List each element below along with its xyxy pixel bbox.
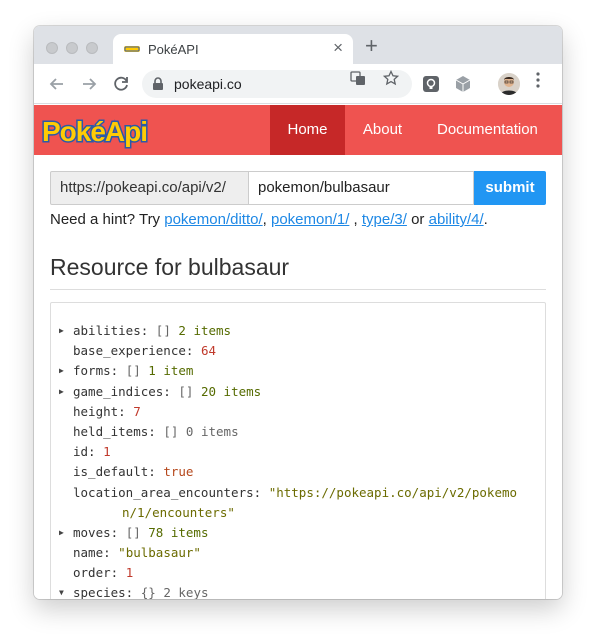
json-value: "bulbasaur" (118, 545, 201, 561)
json-key: species: (73, 585, 134, 599)
json-value: "https://pokeapi.co/api/v2/pokemo (268, 484, 518, 500)
json-type: [] (125, 363, 141, 379)
json-value: 7 (133, 403, 141, 419)
browser-toolbar: pokeapi.co (34, 64, 562, 104)
json-type: [] (125, 524, 141, 540)
json-row-is-default: is_default: true (59, 462, 517, 482)
expand-arrow-icon[interactable]: ▶ (59, 523, 73, 543)
nav-home[interactable]: Home (270, 105, 345, 155)
json-row-species[interactable]: ▼ species: {} 2 keys (59, 583, 517, 599)
zoom-window-button[interactable] (86, 42, 98, 54)
json-row-height: height: 7 (59, 402, 517, 422)
nav-overflow-fade (534, 105, 562, 155)
bookmark-star-icon[interactable] (382, 69, 400, 89)
json-key: height: (73, 403, 126, 419)
forward-icon[interactable] (78, 73, 100, 95)
close-tab-icon[interactable]: × (333, 39, 343, 57)
hint-text: Need a hint? Try pokemon/ditto/, pokemon… (50, 211, 488, 228)
json-type: [] (163, 423, 179, 439)
json-row-held-items: held_items: [] 0 items (59, 422, 517, 442)
hint-end: . (483, 211, 488, 228)
json-key: is_default: (73, 464, 156, 480)
json-count: 2 keys (163, 585, 209, 599)
json-key: location_area_encounters: (73, 484, 262, 500)
hint-separator: or (406, 211, 429, 228)
json-key: game_indices: (73, 383, 171, 399)
json-value: true (163, 464, 194, 480)
json-type: {} (140, 585, 156, 599)
browser-window: PokéAPI × + pokeapi.co PokéApi Home Abou… (34, 26, 562, 599)
json-row-continuation: n/1/encounters" (59, 503, 517, 523)
json-key: name: (73, 545, 111, 561)
json-row-abilities[interactable]: ▶ abilities: [] 2 items (59, 321, 517, 341)
extension-icon[interactable] (422, 75, 440, 93)
cube-extension-icon[interactable] (454, 75, 472, 93)
expand-arrow-icon[interactable]: ▶ (59, 361, 73, 381)
resource-input[interactable]: pokemon/bulbasaur (248, 171, 474, 205)
json-type: [] (178, 383, 194, 399)
new-tab-button[interactable]: + (365, 35, 378, 57)
json-row-id: id: 1 (59, 442, 517, 462)
svg-text:PokéApi: PokéApi (42, 116, 147, 147)
heading-divider (50, 289, 546, 290)
json-value: 64 (200, 343, 217, 359)
hint-separator: , (262, 211, 271, 228)
collapse-arrow-icon[interactable]: ▼ (59, 583, 73, 599)
expand-arrow-icon[interactable]: ▶ (59, 382, 73, 402)
translate-icon[interactable] (350, 70, 366, 89)
browser-tab[interactable]: PokéAPI × (113, 34, 353, 64)
json-row-forms[interactable]: ▶ forms: [] 1 item (59, 361, 517, 381)
json-row-location-area-encounters: location_area_encounters: "https://pokea… (59, 483, 517, 503)
json-count: 20 items (200, 383, 262, 399)
json-key: order: (73, 565, 119, 581)
json-key: held_items: (73, 423, 156, 439)
hint-link-ability-4[interactable]: ability/4/ (429, 211, 484, 228)
json-key: abilities: (73, 323, 149, 338)
close-window-button[interactable] (46, 42, 58, 54)
json-key: base_experience: (73, 343, 194, 359)
api-url-prefix: https://pokeapi.co/api/v2/ (50, 171, 249, 205)
api-search-form: https://pokeapi.co/api/v2/ pokemon/bulba… (50, 171, 546, 205)
json-type: [] (155, 323, 171, 338)
page-viewport: PokéApi Home About Documentation https:/… (34, 105, 562, 599)
json-value: 1 (103, 444, 111, 460)
json-key: id: (73, 444, 96, 460)
json-count: 78 items (148, 524, 209, 540)
lock-icon (153, 77, 163, 90)
address-url: pokeapi.co (174, 76, 242, 92)
reload-icon[interactable] (110, 73, 132, 95)
json-row-game-indices[interactable]: ▶ game_indices: [] 20 items (59, 382, 517, 402)
expand-arrow-icon[interactable]: ▶ (59, 321, 73, 341)
pokeapi-logo[interactable]: PokéApi (38, 110, 156, 155)
address-bar[interactable]: pokeapi.co (142, 70, 412, 98)
json-count: 0 items (185, 423, 239, 439)
json-row-moves[interactable]: ▶ moves: [] 78 items (59, 523, 517, 543)
json-viewer: ▶ abilities: [] 2 items base_experience: … (50, 302, 546, 599)
json-row-base-experience: base_experience: 64 (59, 341, 517, 361)
hint-link-ditto[interactable]: pokemon/ditto/ (164, 211, 262, 228)
json-count: 1 item (148, 363, 194, 379)
minimize-window-button[interactable] (66, 42, 78, 54)
site-navbar: PokéApi Home About Documentation (34, 105, 562, 155)
back-icon[interactable] (46, 73, 68, 95)
json-key: moves: (73, 524, 119, 540)
json-row-order: order: 1 (59, 563, 517, 583)
submit-button[interactable]: submit (474, 171, 546, 205)
hint-separator: , (349, 211, 362, 228)
json-value: 1 (125, 565, 134, 581)
json-count: 2 items (178, 323, 232, 338)
resource-heading: Resource for bulbasaur (50, 254, 290, 280)
hint-link-type-3[interactable]: type/3/ (362, 211, 407, 228)
pokeapi-favicon-icon (124, 46, 140, 52)
profile-avatar[interactable] (498, 73, 520, 95)
tab-strip: PokéAPI × + (34, 26, 562, 64)
hint-link-pokemon-1[interactable]: pokemon/1/ (271, 211, 349, 228)
tab-title: PokéAPI (148, 42, 199, 57)
json-key: forms: (73, 363, 119, 379)
json-row-name: name: "bulbasaur" (59, 543, 517, 563)
nav-about[interactable]: About (345, 105, 420, 155)
browser-menu-icon[interactable] (535, 71, 541, 95)
json-value-continued: n/1/encounters" (122, 504, 235, 520)
hint-lead: Need a hint? Try (50, 211, 165, 228)
